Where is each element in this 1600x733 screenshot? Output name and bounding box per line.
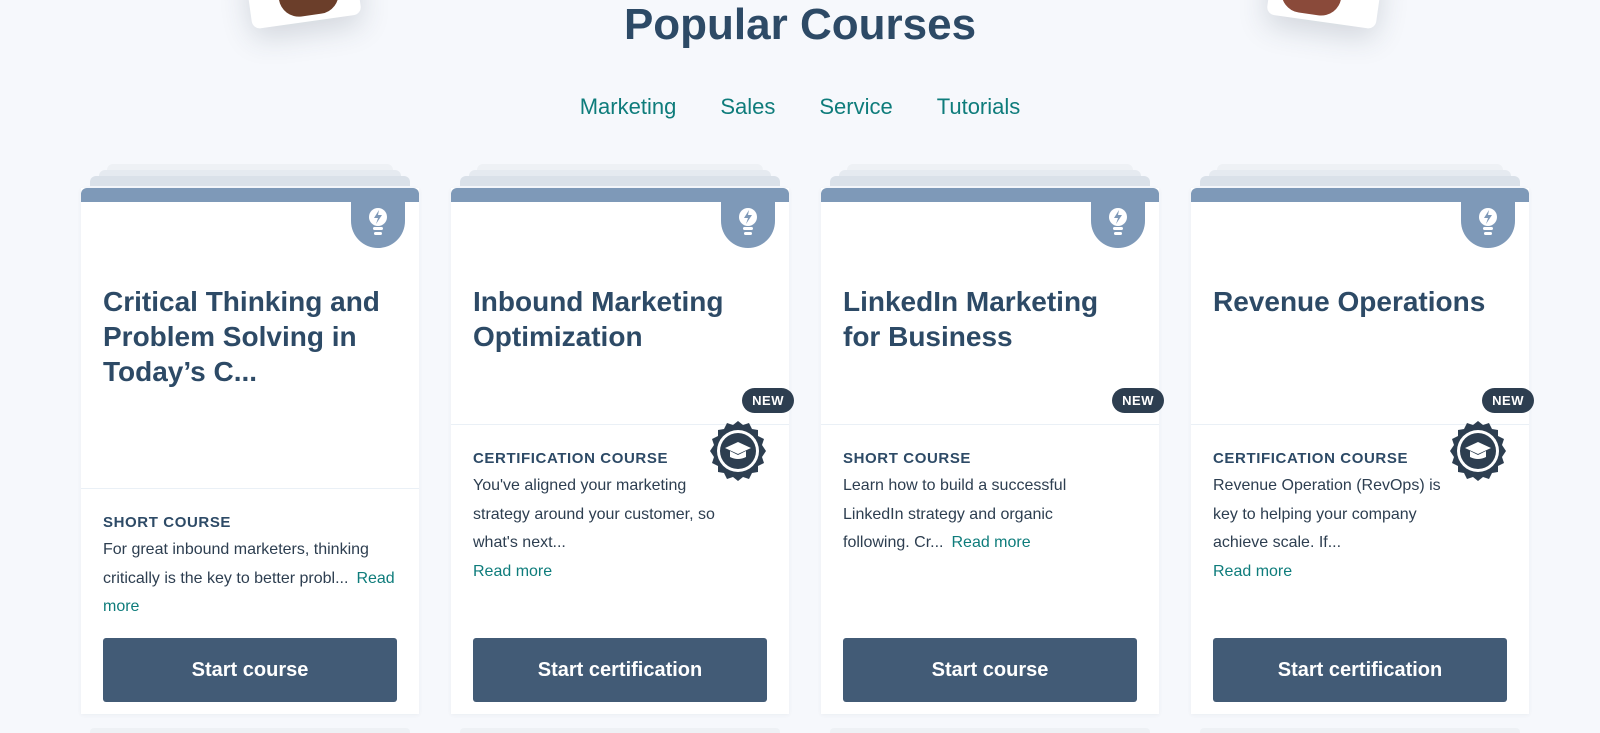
course-title[interactable]: LinkedIn Marketing for Business	[843, 284, 1137, 354]
course-description: Revenue Operation (RevOps) is key to hel…	[1213, 472, 1453, 586]
course-type-label: CERTIFICATION COURSE	[1213, 450, 1409, 467]
course-card: Inbound Marketing Optimization NEW CERTI…	[451, 164, 794, 714]
tab-tutorials[interactable]: Tutorials	[937, 92, 1021, 122]
course-card-body: Revenue Operations NEW CERTIFICATION COU…	[1191, 188, 1534, 714]
start-certification-button[interactable]: Start certification	[1213, 638, 1507, 702]
graduation-cap-seal-icon	[1450, 421, 1506, 481]
new-badge: NEW	[1482, 388, 1534, 413]
course-card: Critical Thinking and Problem Solving in…	[81, 164, 419, 714]
course-title[interactable]: Revenue Operations	[1213, 284, 1507, 319]
course-type-label: SHORT COURSE	[103, 514, 232, 531]
tab-marketing[interactable]: Marketing	[580, 92, 677, 122]
course-title[interactable]: Critical Thinking and Problem Solving in…	[103, 284, 397, 389]
card-accent-bar	[81, 188, 419, 202]
start-course-button[interactable]: Start course	[103, 638, 397, 702]
card-accent-bar	[1191, 188, 1529, 202]
course-card-body: LinkedIn Marketing for Business NEW SHOR…	[821, 188, 1164, 714]
page-title: Popular Courses	[623, 0, 977, 49]
course-description: For great inbound marketers, thinking cr…	[103, 541, 395, 615]
read-more-link[interactable]: Read more	[1213, 558, 1453, 587]
category-tabs: Marketing Sales Service Tutorials	[0, 92, 1600, 122]
read-more-link[interactable]: Read more	[951, 534, 1030, 551]
next-row-card-edge	[1200, 728, 1520, 733]
course-card: LinkedIn Marketing for Business NEW SHOR…	[821, 164, 1164, 714]
next-row-card-edge	[90, 728, 410, 733]
start-certification-button[interactable]: Start certification	[473, 638, 767, 702]
card-accent-bar	[821, 188, 1159, 202]
course-type-label: SHORT COURSE	[843, 450, 972, 467]
lightbulb-icon	[351, 202, 405, 248]
read-more-link[interactable]: Read more	[473, 558, 718, 587]
course-description: Learn how to build a successful LinkedIn…	[843, 477, 1067, 551]
tab-service[interactable]: Service	[819, 92, 892, 122]
course-title[interactable]: Inbound Marketing Optimization	[473, 284, 767, 354]
lightbulb-icon	[1091, 202, 1145, 248]
tab-sales[interactable]: Sales	[720, 92, 775, 122]
next-row-card-edge	[830, 728, 1150, 733]
next-row-card-edge	[460, 728, 780, 733]
course-card-body: Critical Thinking and Problem Solving in…	[81, 188, 419, 714]
lightbulb-icon	[721, 202, 775, 248]
new-badge: NEW	[1112, 388, 1164, 413]
card-accent-bar	[451, 188, 789, 202]
course-card: Revenue Operations NEW CERTIFICATION COU…	[1191, 164, 1534, 714]
start-course-button[interactable]: Start course	[843, 638, 1137, 702]
course-type-label: CERTIFICATION COURSE	[473, 450, 669, 467]
new-badge: NEW	[742, 388, 794, 413]
lightbulb-icon	[1461, 202, 1515, 248]
course-description: You've aligned your marketing strategy a…	[473, 472, 718, 586]
course-card-body: Inbound Marketing Optimization NEW CERTI…	[451, 188, 794, 714]
